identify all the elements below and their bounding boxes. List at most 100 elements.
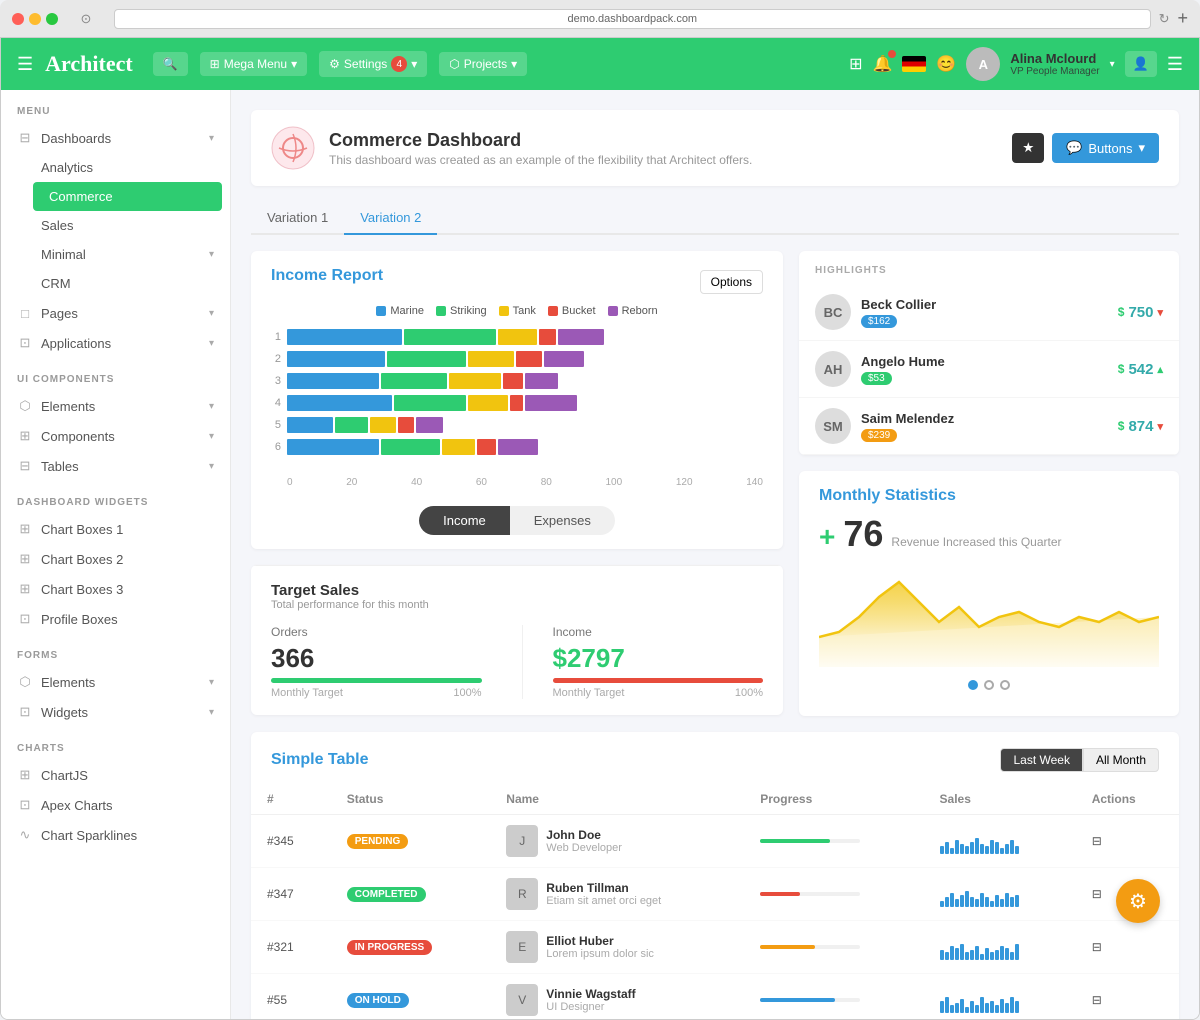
col-progress: Progress: [744, 784, 923, 815]
arrow-down-icon-2: ▾: [1157, 420, 1163, 433]
sidebar-item-chart-boxes-2[interactable]: ⊞ Chart Boxes 2: [1, 544, 230, 574]
person-avatar: V: [506, 984, 538, 1016]
chevron-down-icon: ▾: [291, 57, 297, 71]
sidebar-item-chartjs[interactable]: ⊞ ChartJS: [1, 760, 230, 790]
highlights-title: HIGHLIGHTS: [799, 251, 1179, 284]
chevron-down-icon: ▾: [511, 57, 517, 71]
legend-bucket: Bucket: [548, 305, 596, 317]
charts-section-title: CHARTS: [1, 727, 230, 760]
bar-row: 4: [271, 395, 763, 411]
gear-fab[interactable]: ⚙: [1116, 879, 1160, 923]
income-toggle[interactable]: Income: [419, 506, 510, 535]
sidebar-item-chart-boxes-1[interactable]: ⊞ Chart Boxes 1: [1, 514, 230, 544]
filter-all-month[interactable]: All Month: [1083, 748, 1159, 772]
expenses-toggle[interactable]: Expenses: [510, 506, 615, 535]
cell-id: #347: [251, 868, 331, 921]
forms-section-title: FORMS: [1, 634, 230, 667]
sidebar-item-crm[interactable]: CRM: [25, 269, 230, 298]
table-row: #345 PENDING J John Doe Web Developer: [251, 815, 1179, 868]
components-icon: ⊞: [17, 428, 33, 444]
cell-actions[interactable]: ⊟: [1076, 921, 1179, 974]
sidebar-item-minimal[interactable]: Minimal ▾: [25, 240, 230, 269]
chart-legend: Marine Striking Tank: [251, 305, 783, 317]
user-info: Alina Mclourd VP People Manager: [1010, 51, 1099, 77]
user-avatar[interactable]: A: [966, 47, 1000, 81]
new-tab-button[interactable]: +: [1177, 8, 1188, 29]
options-button[interactable]: Options: [700, 270, 763, 294]
page-title: Commerce Dashboard: [329, 130, 752, 151]
expand-chevron: ▾: [209, 338, 214, 349]
filter-last-week[interactable]: Last Week: [1000, 748, 1082, 772]
cell-progress: [744, 868, 923, 921]
sidebar-item-pages[interactable]: □ Pages ▾: [1, 298, 230, 328]
cell-name: V Vinnie Wagstaff UI Designer: [490, 974, 744, 1020]
apex-charts-icon: ⊡: [17, 797, 33, 813]
expand-chevron: ▾: [209, 308, 214, 319]
carousel-dot-0[interactable]: [968, 680, 978, 690]
bar-row: 2: [271, 351, 763, 367]
sidebar-item-commerce[interactable]: Commerce: [33, 182, 222, 211]
sidebar-item-sales[interactable]: Sales: [25, 211, 230, 240]
target-sales-subtitle: Total performance for this month: [271, 599, 763, 611]
carousel-dot-2[interactable]: [1000, 680, 1010, 690]
sidebar-item-forms-widgets[interactable]: ⊡ Widgets ▾: [1, 697, 230, 727]
bar-row: 6: [271, 439, 763, 455]
user-action-button[interactable]: 👤: [1125, 51, 1157, 77]
grid-view-icon[interactable]: ⊞: [849, 54, 862, 74]
hamburger-icon[interactable]: ☰: [17, 54, 33, 75]
carousel-dot-1[interactable]: [984, 680, 994, 690]
expand-chevron: ▾: [209, 677, 214, 688]
highlight-amount-1: $ 542 ▴: [1118, 361, 1163, 378]
sidebar-item-profile-boxes[interactable]: ⊡ Profile Boxes: [1, 604, 230, 634]
cell-actions[interactable]: ⊟: [1076, 974, 1179, 1020]
sidebar-item-dashboards[interactable]: ⊟ Dashboards ▾: [1, 123, 230, 153]
toggle-group: Income Expenses: [251, 496, 783, 549]
cell-name: R Ruben Tillman Etiam sit amet orci eget: [490, 868, 744, 921]
buttons-dropdown[interactable]: 💬 Buttons ▾: [1052, 133, 1159, 163]
smile-icon[interactable]: 😊: [936, 54, 956, 74]
sidebar-item-apex-charts[interactable]: ⊡ Apex Charts: [1, 790, 230, 820]
highlight-avatar-0: BC: [815, 294, 851, 330]
projects-button[interactable]: ⬡ Projects ▾: [439, 52, 527, 76]
cell-actions[interactable]: ⊟: [1076, 815, 1179, 868]
elements-icon: ⬡: [17, 398, 33, 414]
top-navbar: ☰ Architect 🔍 ⊞ Mega Menu ▾ ⚙ Settings 4…: [1, 38, 1199, 90]
cell-id: #321: [251, 921, 331, 974]
notifications-icon[interactable]: 🔔: [872, 54, 892, 74]
data-table: # Status Name Progress Sales Actions #34…: [251, 784, 1179, 1019]
sidebar-item-applications[interactable]: ⊡ Applications ▾: [1, 328, 230, 358]
legend-reborn: Reborn: [608, 305, 658, 317]
arrow-down-icon: ▾: [1157, 306, 1163, 319]
expand-chevron: ▾: [209, 707, 214, 718]
sidebar-item-forms-elements[interactable]: ⬡ Elements ▾: [1, 667, 230, 697]
person-avatar: R: [506, 878, 538, 910]
settings-button[interactable]: ⚙ Settings 4 ▾: [319, 51, 427, 77]
sidebar-item-elements[interactable]: ⬡ Elements ▾: [1, 391, 230, 421]
target-sales-title: Target Sales: [271, 582, 763, 599]
sidebar-item-tables[interactable]: ⊟ Tables ▾: [1, 451, 230, 481]
monthly-stats-card: Monthly Statistics + 76 Revenue Increase…: [799, 471, 1179, 716]
cell-status: COMPLETED: [331, 868, 491, 921]
sidebar-item-analytics[interactable]: Analytics: [25, 153, 230, 182]
income-metric: Income $2797 Monthly Target 100%: [522, 625, 764, 699]
nav-menu-icon[interactable]: ☰: [1167, 54, 1183, 75]
settings-badge: 4: [391, 56, 407, 72]
address-bar[interactable]: demo.dashboardpack.com: [114, 9, 1151, 29]
legend-striking: Striking: [436, 305, 487, 317]
sidebar-item-chart-sparklines[interactable]: ∿ Chart Sparklines: [1, 820, 230, 850]
star-button[interactable]: ★: [1012, 133, 1044, 163]
dashboard-icon: ⊟: [17, 130, 33, 146]
table-row: #55 ON HOLD V Vinnie Wagstaff UI Designe…: [251, 974, 1179, 1020]
col-sales: Sales: [924, 784, 1076, 815]
language-flag[interactable]: [902, 56, 926, 72]
tab-variation1[interactable]: Variation 1: [251, 202, 344, 235]
sidebar-item-components[interactable]: ⊞ Components ▾: [1, 421, 230, 451]
user-menu-chevron[interactable]: ▾: [1110, 59, 1115, 70]
sidebar-item-chart-boxes-3[interactable]: ⊞ Chart Boxes 3: [1, 574, 230, 604]
mega-menu-button[interactable]: ⊞ Mega Menu ▾: [200, 52, 307, 76]
chevron-down-icon: ▾: [1138, 140, 1145, 156]
cell-id: #345: [251, 815, 331, 868]
app-logo: Architect: [45, 51, 133, 77]
tab-variation2[interactable]: Variation 2: [344, 202, 437, 235]
bar-row: 1: [271, 329, 763, 345]
